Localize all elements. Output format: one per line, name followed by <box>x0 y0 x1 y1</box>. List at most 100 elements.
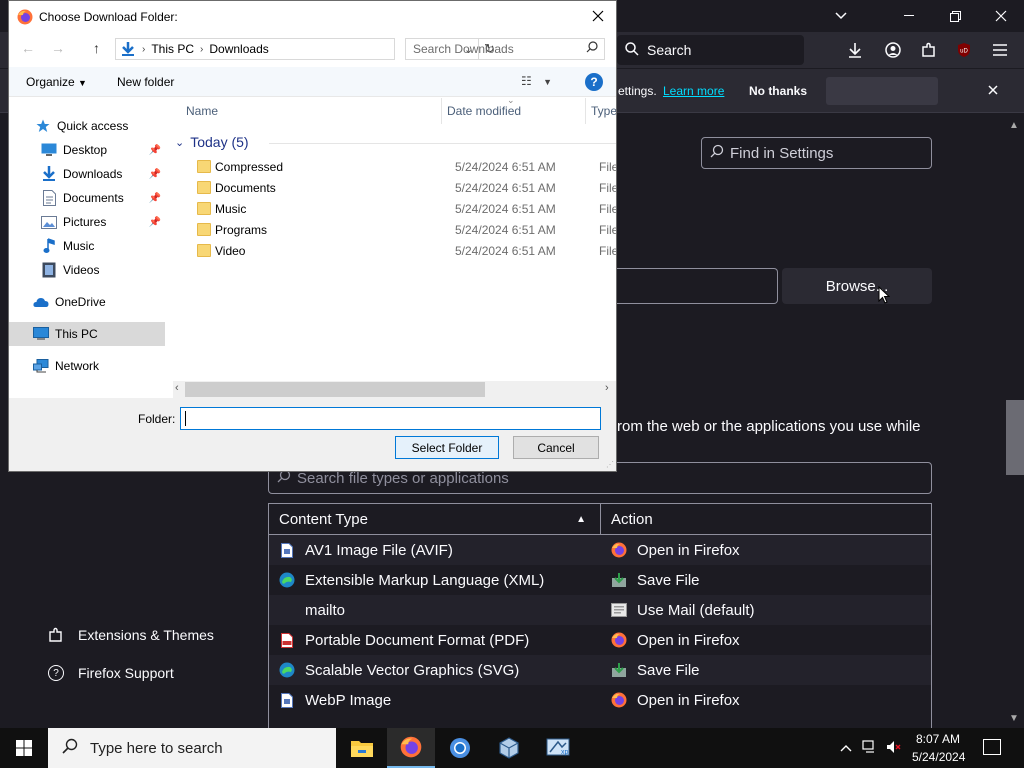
scroll-down-icon[interactable]: ▼ <box>1009 713 1019 724</box>
action-center-icon[interactable] <box>983 739 1001 755</box>
extensions-icon[interactable] <box>916 37 942 63</box>
chrome-icon[interactable] <box>436 728 484 768</box>
folder-name-input[interactable] <box>180 407 601 430</box>
dialog-titlebar: Choose Download Folder: <box>9 1 616 32</box>
close-icon[interactable] <box>586 4 610 28</box>
dialog-title: Choose Download Folder: <box>39 9 178 24</box>
dialog-navigation-bar: ← → ↑ › This PC › Downloads ⌄ ↻ Search D… <box>9 34 616 64</box>
group-header-today[interactable]: ⌄ Today (5) <box>175 134 249 150</box>
column-divider[interactable] <box>585 98 586 124</box>
page-scrollbar-thumb[interactable] <box>1006 400 1024 475</box>
file-explorer-icon[interactable] <box>338 728 386 768</box>
find-in-settings-input[interactable]: Find in Settings <box>701 137 932 169</box>
show-hidden-icons-chevron-icon[interactable] <box>840 740 852 755</box>
virtualbox-icon[interactable] <box>485 728 533 768</box>
scroll-left-icon[interactable]: ‹ <box>175 382 179 394</box>
back-arrow-icon[interactable]: ← <box>21 40 35 56</box>
close-window-icon[interactable] <box>978 0 1024 32</box>
firefox-search-box[interactable]: Search <box>617 35 804 65</box>
action-label: Open in Firefox <box>637 631 740 649</box>
horizontal-scrollbar-thumb[interactable] <box>185 382 485 397</box>
applications-description: rom the web or the applications you use … <box>617 418 921 435</box>
resize-grip-icon[interactable]: ⋰ <box>606 460 614 469</box>
type-column-header[interactable]: Type <box>591 104 616 118</box>
sidebar-item-videos[interactable]: Videos <box>9 258 165 282</box>
notification-action-button[interactable] <box>826 77 938 105</box>
breadcrumb-downloads[interactable]: Downloads <box>209 42 268 56</box>
browse-button[interactable]: Browse... <box>782 268 932 304</box>
account-icon[interactable] <box>880 37 906 63</box>
sidebar-item-quick-access[interactable]: Quick access <box>9 114 165 138</box>
table-row[interactable]: Extensible Markup Language (XML) Save Fi… <box>269 565 931 595</box>
content-type-column-header[interactable]: Content Type ▲ <box>269 504 601 534</box>
sidebar-item-onedrive[interactable]: OneDrive <box>9 290 165 314</box>
firefox-icon[interactable] <box>387 728 435 768</box>
table-row[interactable]: Portable Document Format (PDF) Open in F… <box>269 625 931 655</box>
date-modified-column-header[interactable]: Date modified <box>447 104 521 118</box>
table-row[interactable]: mailto Use Mail (default) <box>269 595 931 625</box>
name-column-header[interactable]: Name <box>186 104 218 118</box>
table-row[interactable]: AV1 Image File (AVIF) Open in Firefox <box>269 535 931 565</box>
change-view-icon[interactable]: ☷ ▼ <box>521 74 552 88</box>
network-status-icon[interactable] <box>862 740 878 757</box>
cancel-button[interactable]: Cancel <box>513 436 599 459</box>
sidebar-item-network[interactable]: Network <box>9 354 165 378</box>
xp-app-icon[interactable]: xp <box>534 728 582 768</box>
breadcrumb-separator-icon: › <box>200 43 204 55</box>
chevron-down-icon: ▼ <box>78 78 87 88</box>
sidebar-item-downloads[interactable]: Downloads 📌 <box>9 162 165 186</box>
table-row[interactable]: Scalable Vector Graphics (SVG) Save File <box>269 655 931 685</box>
restore-icon[interactable] <box>932 0 978 32</box>
table-row[interactable]: WebP Image Open in Firefox <box>269 685 931 715</box>
file-row-documents[interactable]: Documents 5/24/2024 6:51 AM File fo <box>173 178 616 199</box>
sidebar-item-this-pc[interactable]: This PC <box>9 322 165 346</box>
tab-list-chevron-icon[interactable] <box>818 0 864 32</box>
find-in-settings-placeholder: Find in Settings <box>730 144 834 162</box>
action-column-header[interactable]: Action <box>601 504 931 534</box>
firefox-support-link[interactable]: ? Firefox Support <box>48 665 174 681</box>
nav-item-label: Pictures <box>63 215 107 229</box>
firefox-icon <box>611 632 627 648</box>
firefox-support-label: Firefox Support <box>78 665 174 681</box>
select-folder-button[interactable]: Select Folder <box>395 436 499 459</box>
file-row-compressed[interactable]: Compressed 5/24/2024 6:51 AM File fo <box>173 157 616 178</box>
content-type-label: Portable Document Format (PDF) <box>305 631 530 649</box>
no-thanks-button[interactable]: No thanks <box>738 77 818 105</box>
file-row-video[interactable]: Video 5/24/2024 6:51 AM File fo <box>173 241 616 262</box>
help-icon[interactable]: ? <box>585 73 603 91</box>
menu-icon[interactable] <box>987 37 1013 63</box>
sidebar-item-documents[interactable]: Documents 📌 <box>9 186 165 210</box>
minimize-icon[interactable] <box>886 0 932 32</box>
sidebar-item-desktop[interactable]: Desktop 📌 <box>9 138 165 162</box>
scroll-up-icon[interactable]: ▲ <box>1009 120 1019 131</box>
search-downloads-input[interactable]: Search Downloads <box>405 38 605 60</box>
scroll-right-icon[interactable]: › <box>605 382 609 394</box>
close-notification-icon[interactable] <box>988 82 998 98</box>
search-icon <box>625 41 639 59</box>
breadcrumb-this-pc[interactable]: This PC <box>151 42 194 56</box>
up-arrow-icon[interactable]: ↑ <box>93 40 100 56</box>
forward-arrow-icon[interactable]: → <box>51 40 65 56</box>
mail-icon <box>611 602 627 618</box>
windows-start-icon[interactable] <box>0 728 48 768</box>
extensions-themes-link[interactable]: Extensions & Themes <box>48 627 214 643</box>
organize-button[interactable]: Organize ▼ <box>26 75 87 89</box>
file-row-programs[interactable]: Programs 5/24/2024 6:51 AM File fo <box>173 220 616 241</box>
column-divider[interactable] <box>441 98 442 124</box>
divider <box>269 143 616 144</box>
taskbar-search-box[interactable]: Type here to search <box>48 728 336 768</box>
sidebar-item-music[interactable]: Music <box>9 234 165 258</box>
clock-date[interactable]: 5/24/2024 <box>912 750 965 764</box>
learn-more-link[interactable]: Learn more <box>663 84 724 98</box>
volume-muted-icon[interactable] <box>886 740 902 757</box>
downloads-icon[interactable] <box>842 37 868 63</box>
file-row-music[interactable]: Music 5/24/2024 6:51 AM File fo <box>173 199 616 220</box>
ublock-origin-icon[interactable]: uD <box>951 37 977 63</box>
clock-time[interactable]: 8:07 AM <box>916 732 960 746</box>
file-name: Documents <box>215 181 276 195</box>
sidebar-item-pictures[interactable]: Pictures 📌 <box>9 210 165 234</box>
address-bar[interactable]: › This PC › Downloads ⌄ ↻ <box>115 38 495 60</box>
computer-icon <box>33 326 49 342</box>
notification-text: ettings. <box>618 84 657 98</box>
new-folder-button[interactable]: New folder <box>117 75 174 89</box>
